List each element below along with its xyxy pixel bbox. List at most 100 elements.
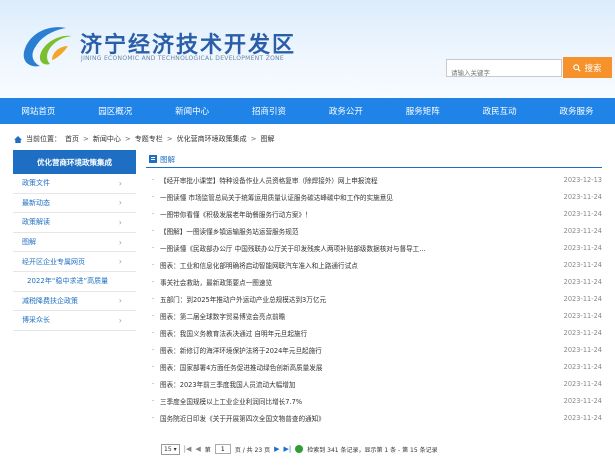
chevron-right-icon: ›: [118, 198, 122, 208]
list-item[interactable]: · 图表：我国义务教育法表决通过 自明年元旦起施行 2023-11-24: [146, 324, 602, 341]
list-item[interactable]: · 五部门：到2025年推动户外运动产业总规模达到3万亿元 2023-11-24: [146, 290, 602, 307]
next-page-icon[interactable]: ▶: [274, 445, 279, 453]
nav-item-interaction[interactable]: 政民互动: [461, 98, 538, 124]
article-date: 2023-11-24: [563, 243, 602, 252]
sidebar: 优化营商环境政策集成 政策文件 › 最新动态 › 政策解读 › 图解 › 经开区…: [13, 150, 136, 331]
list-item[interactable]: · 一图读懂 市场监管总局关于统筹运用质量认证服务碳达峰碳中和工作的实施意见 2…: [146, 188, 602, 205]
article-date: 2023-12-13: [563, 175, 602, 184]
list-item[interactable]: · 图表：第二届全球数字贸易博览会亮点前瞻 2023-11-24: [146, 307, 602, 324]
refresh-icon[interactable]: [295, 445, 304, 453]
list-item[interactable]: · 图表：新修订的海洋环境保护法将于2024年元旦起施行 2023-11-24: [146, 341, 602, 358]
home-icon: [14, 135, 22, 143]
article-title[interactable]: 一图带你看懂《积极发展老年助餐服务行动方案》！: [160, 209, 540, 219]
bullet: ·: [151, 294, 155, 303]
list-item[interactable]: · 【图解】一图读懂乡镇运输服务站运营服务规范 2023-11-24: [146, 222, 602, 239]
article-date: 2023-11-24: [563, 311, 602, 320]
bullet: ·: [151, 362, 155, 371]
list-item[interactable]: · 三季度全国规模以上工业企业利润同比增长7.7% 2023-11-24: [146, 392, 602, 409]
article-title[interactable]: 图表：新修订的海洋环境保护法将于2024年元旦起施行: [160, 345, 540, 355]
article-title[interactable]: 图表：2023年前三季度我国人员流动大幅增加: [160, 379, 540, 389]
list-item[interactable]: · 一图读懂《民政部办公厅 中国残联办公厅关于印发残疾人两项补贴部级数据核对与督…: [146, 239, 602, 256]
breadcrumb-separator: >: [166, 135, 173, 143]
tab-label: 图解: [160, 154, 175, 164]
nav-item-government[interactable]: 政务公开: [308, 98, 385, 124]
breadcrumb-topics[interactable]: 专题专栏: [135, 134, 163, 144]
content-tab-bar: 图解: [146, 151, 602, 168]
article-title[interactable]: 【图解】一图读懂乡镇运输服务站运营服务规范: [160, 226, 540, 236]
article-title[interactable]: 图表：国家部署4方面任务促进推动绿色创新高质量发展: [160, 362, 540, 372]
record-summary: 检索到 341 条记录，显示第 1 条 - 第 15 条记录: [307, 446, 438, 454]
sidebar-item-label: 经开区企业专属网页: [22, 257, 85, 266]
article-title[interactable]: 一图读懂《民政部办公厅 中国残联办公厅关于印发残疾人两项补贴部级数据核对与督导工…: [160, 243, 540, 253]
last-page-icon[interactable]: ▶|: [284, 445, 292, 453]
sidebar-item-enterprise-pages[interactable]: 经开区企业专属网页 ›: [13, 252, 136, 272]
bullet: ·: [151, 396, 155, 405]
article-title[interactable]: 国务院近日印发《关于开展第四次全国文物普查的通知》: [160, 413, 540, 423]
nav-item-investment[interactable]: 招商引资: [231, 98, 308, 124]
nav-item-gov-services[interactable]: 政务服务: [538, 98, 615, 124]
tab-graphics[interactable]: 图解: [146, 151, 178, 167]
article-title[interactable]: 五部门：到2025年推动户外运动产业总规模达到3万亿元: [160, 294, 540, 304]
article-date: 2023-11-24: [563, 294, 602, 303]
nav-item-home[interactable]: 网站首页: [0, 98, 77, 124]
chevron-right-icon: ›: [118, 237, 122, 247]
list-item[interactable]: · 图表：国家部署4方面任务促进推动绿色创新高质量发展 2023-11-24: [146, 358, 602, 375]
nav-item-overview[interactable]: 园区概况: [77, 98, 154, 124]
search-button-label: 搜索: [584, 63, 602, 74]
sidebar-item-label: 最新动态: [22, 198, 50, 207]
sidebar-title: 优化营商环境政策集成: [13, 150, 136, 174]
article-date: 2023-11-24: [563, 396, 602, 405]
list-item[interactable]: · 图表：2023年前三季度我国人员流动大幅增加 2023-11-24: [146, 375, 602, 392]
sidebar-item-2022-progress[interactable]: 2022年“稳中求进”高质量: [13, 272, 136, 292]
breadcrumb-separator: >: [83, 135, 89, 143]
article-title[interactable]: 【经开审批小课堂】特种设备作业人员资格复审（除焊接外）网上申报流程: [160, 175, 540, 185]
search-input[interactable]: [447, 65, 561, 81]
article-date: 2023-11-24: [563, 413, 602, 422]
article-date: 2023-11-24: [563, 209, 602, 218]
page-number-input[interactable]: [214, 444, 231, 454]
bullet: ·: [151, 209, 155, 218]
bullet: ·: [151, 243, 155, 252]
bullet: ·: [151, 226, 155, 235]
breadcrumb-current[interactable]: 图解: [261, 134, 275, 144]
sidebar-item-tax-relief[interactable]: 减税降费扶企政策 ›: [13, 292, 136, 312]
page-size-select[interactable]: 15 ▾: [161, 443, 180, 455]
article-title[interactable]: 事关社会救助，最新政策要点一图速览: [160, 277, 540, 287]
list-item[interactable]: · 图表：工业和信息化部明确将启动智能网联汽车准入和上路通行试点 2023-11…: [146, 256, 602, 273]
list-item[interactable]: · 事关社会救助，最新政策要点一图速览 2023-11-24: [146, 273, 602, 290]
prev-page-icon[interactable]: ◀: [195, 445, 200, 453]
breadcrumb-news[interactable]: 新闻中心: [93, 134, 121, 144]
article-date: 2023-11-24: [563, 260, 602, 269]
site-header: 济宁经济技术开发区 JINING ECONOMIC AND TECHNOLOGI…: [0, 0, 615, 98]
bullet: ·: [151, 328, 155, 337]
sidebar-item-best-practices[interactable]: 博采众长 ›: [13, 311, 136, 331]
article-title[interactable]: 三季度全国规模以上工业企业利润同比增长7.7%: [160, 396, 540, 406]
list-item[interactable]: · 一图带你看懂《积极发展老年助餐服务行动方案》！ 2023-11-24: [146, 205, 602, 222]
sidebar-item-policy-files[interactable]: 政策文件 ›: [13, 174, 136, 194]
breadcrumb-policy[interactable]: 优化营商环境政策集成: [177, 134, 247, 144]
search-button[interactable]: 搜索: [563, 57, 612, 78]
article-title[interactable]: 图表：我国义务教育法表决通过 自明年元旦起施行: [160, 328, 540, 338]
list-item[interactable]: · 国务院近日印发《关于开展第四次全国文物普查的通知》 2023-11-24: [146, 409, 602, 426]
page-suffix: 页 / 共 23 页: [234, 446, 271, 454]
sidebar-item-latest-news[interactable]: 最新动态 ›: [13, 194, 136, 214]
article-date: 2023-11-24: [563, 277, 602, 286]
nav-item-news[interactable]: 新闻中心: [154, 98, 231, 124]
breadcrumb-home[interactable]: 首页: [65, 134, 79, 144]
sidebar-item-graphics[interactable]: 图解 ›: [13, 233, 136, 253]
nav-item-services-matrix[interactable]: 服务矩阵: [384, 98, 461, 124]
article-title[interactable]: 图表：工业和信息化部明确将启动智能网联汽车准入和上路通行试点: [160, 260, 540, 270]
first-page-icon[interactable]: |◀: [184, 445, 192, 453]
article-date: 2023-11-24: [563, 362, 602, 371]
article-title[interactable]: 图表：第二届全球数字贸易博览会亮点前瞻: [160, 311, 540, 321]
bullet: ·: [151, 311, 155, 320]
sidebar-item-interpretation[interactable]: 政策解读 ›: [13, 213, 136, 233]
article-icon: [149, 155, 157, 163]
jining-edz-logo[interactable]: [18, 22, 76, 70]
article-title[interactable]: 一图读懂 市场监管总局关于统筹运用质量认证服务碳达峰碳中和工作的实施意见: [160, 192, 540, 202]
chevron-down-icon: ▾: [173, 445, 177, 453]
sidebar-item-label: 博采众长: [22, 316, 50, 325]
article-date: 2023-11-24: [563, 379, 602, 388]
article-date: 2023-11-24: [563, 192, 602, 201]
list-item[interactable]: · 【经开审批小课堂】特种设备作业人员资格复审（除焊接外）网上申报流程 2023…: [146, 171, 602, 188]
